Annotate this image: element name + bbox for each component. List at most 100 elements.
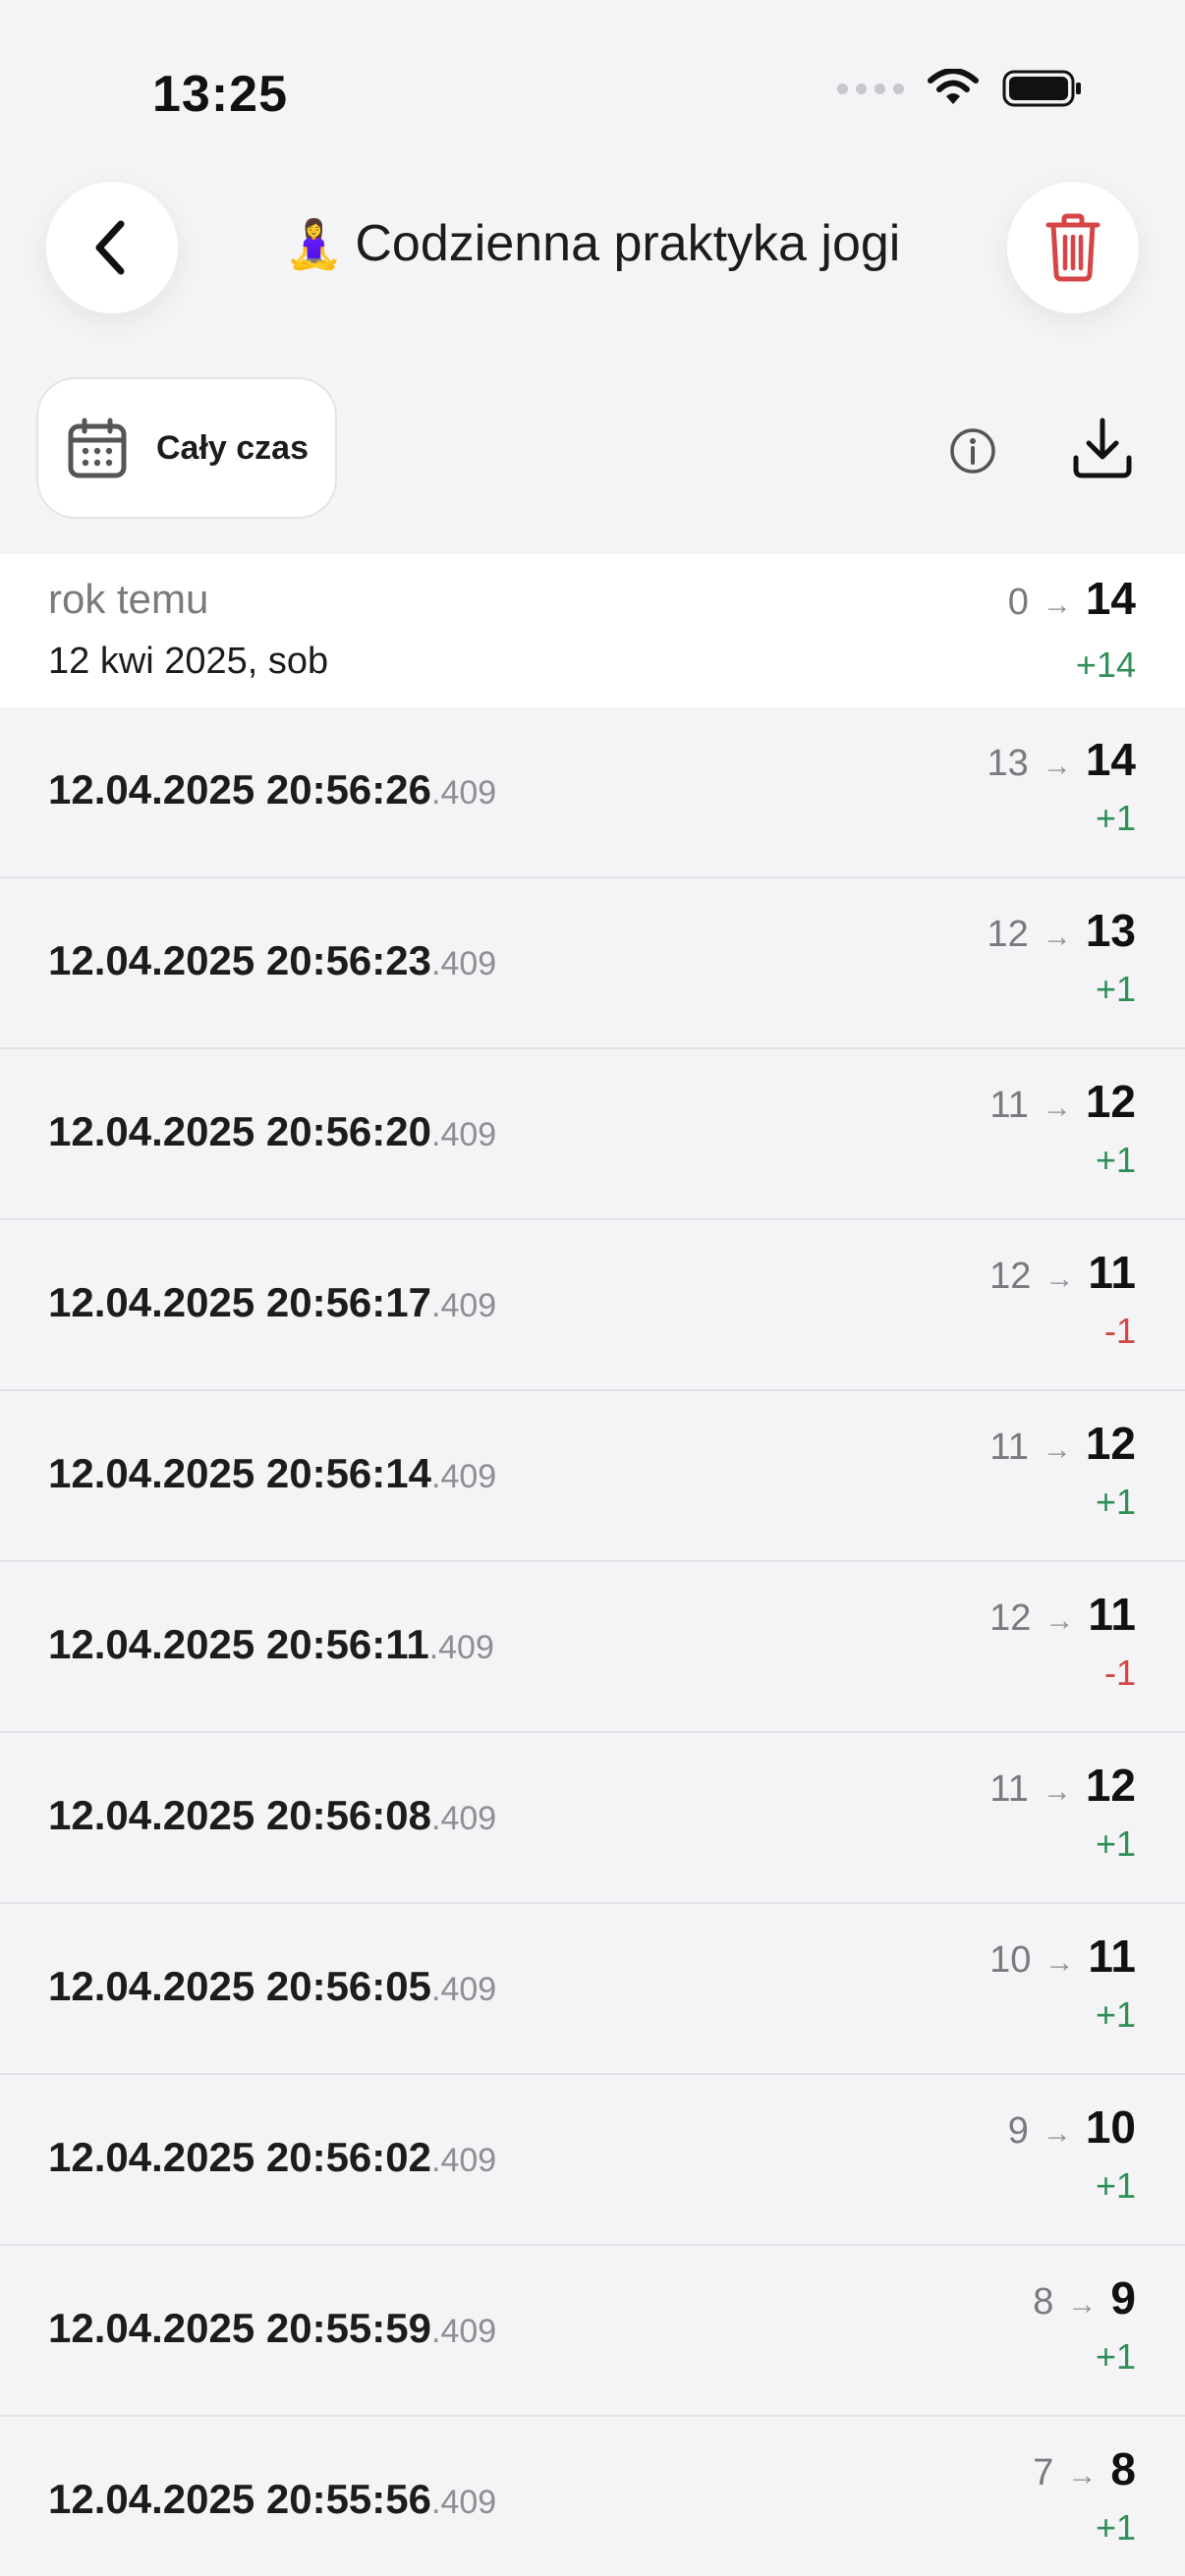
entry-to-value: 11 (1088, 1589, 1136, 1640)
entry-time: 12.04.2025 20:55:59 (48, 2305, 431, 2351)
entry-time: 12.04.2025 20:56:11 (48, 1621, 429, 1667)
entry-from-value: 9 (1007, 2110, 1029, 2152)
entry-milliseconds: .409 (428, 1629, 494, 1666)
entry-timestamp: 12.04.2025 20:56:08.409 (48, 1792, 496, 1839)
entry-to-value: 12 (1085, 1760, 1136, 1811)
history-entry[interactable]: 12.04.2025 20:56:26.409 13 → 14 +1 (0, 707, 1185, 878)
entry-change: 11 → 12 (989, 1417, 1136, 1470)
delete-button[interactable] (1007, 182, 1139, 313)
summary-change: 0 → 14 (1008, 572, 1136, 625)
entry-delta: +1 (1095, 2336, 1136, 2377)
period-filter-button[interactable]: Cały czas (36, 377, 337, 519)
history-list: 12.04.2025 20:56:26.409 13 → 14 +1 12.04… (0, 707, 1185, 2576)
trash-icon (1045, 213, 1100, 282)
entry-timestamp: 12.04.2025 20:56:14.409 (48, 1450, 496, 1497)
entry-delta: +1 (1095, 2165, 1136, 2206)
entry-delta: -1 (1103, 1652, 1136, 1693)
entry-to-value: 10 (1085, 2101, 1136, 2153)
entry-milliseconds: .409 (431, 2142, 497, 2179)
entry-timestamp: 12.04.2025 20:56:11.409 (48, 1621, 494, 1668)
entry-from-value: 12 (989, 1256, 1032, 1297)
arrow-right-icon: → (1067, 2288, 1098, 2321)
chevron-left-icon (95, 220, 125, 275)
page-title-text: Codzienna praktyka jogi (355, 215, 901, 272)
arrow-right-icon: → (1042, 2117, 1072, 2150)
entry-change: 13 → 14 (988, 733, 1136, 786)
history-entry[interactable]: 12.04.2025 20:56:14.409 11 → 12 +1 (0, 1391, 1185, 1562)
entry-timestamp: 12.04.2025 20:56:23.409 (48, 937, 496, 984)
summary-date: 12 kwi 2025, sob (48, 641, 329, 682)
back-button[interactable] (46, 182, 178, 313)
info-icon (950, 428, 995, 474)
entry-time: 12.04.2025 20:56:26 (48, 766, 431, 812)
entry-to-value: 12 (1085, 1418, 1136, 1469)
entry-from-value: 11 (989, 1768, 1029, 1810)
entry-timestamp: 12.04.2025 20:56:20.409 (48, 1108, 496, 1155)
arrow-right-icon: → (1042, 750, 1072, 782)
entry-time: 12.04.2025 20:56:05 (48, 1963, 431, 2009)
arrow-right-icon: → (1042, 588, 1072, 621)
entry-from-value: 7 (1033, 2452, 1054, 2493)
entry-change: 11 → 12 (989, 1075, 1136, 1128)
entry-to-value: 11 (1088, 1247, 1136, 1298)
summary-from-value: 0 (1007, 582, 1029, 623)
arrow-right-icon: → (1044, 1604, 1075, 1637)
arrow-right-icon: → (1067, 2459, 1098, 2492)
arrow-right-icon: → (1042, 921, 1072, 953)
entry-delta: +1 (1095, 2507, 1136, 2548)
history-entry[interactable]: 12.04.2025 20:55:59.409 8 → 9 +1 (0, 2246, 1185, 2417)
entry-change: 7 → 8 (1033, 2442, 1136, 2495)
arrow-right-icon: → (1042, 1092, 1072, 1124)
entry-from-value: 11 (989, 1427, 1029, 1468)
status-bar: 13:25 (0, 0, 1185, 147)
entry-from-value: 10 (989, 1939, 1032, 1981)
summary-relative-time: rok temu (48, 576, 209, 622)
entry-change: 12 → 11 (989, 1588, 1136, 1641)
period-filter-label: Cały czas (156, 428, 309, 467)
download-icon (1073, 418, 1132, 478)
entry-time: 12.04.2025 20:56:23 (48, 937, 431, 983)
entry-delta: +1 (1095, 1140, 1136, 1180)
summary-to-value: 14 (1085, 573, 1136, 624)
entry-delta: -1 (1103, 1311, 1136, 1351)
entry-to-value: 13 (1085, 905, 1136, 956)
history-entry[interactable]: 12.04.2025 20:56:17.409 12 → 11 -1 (0, 1220, 1185, 1391)
entry-change: 12 → 11 (989, 1246, 1136, 1299)
entry-to-value: 11 (1088, 1931, 1136, 1982)
entry-milliseconds: .409 (431, 1458, 497, 1495)
entry-time: 12.04.2025 20:56:14 (48, 1450, 431, 1496)
entry-change: 11 → 12 (989, 1759, 1136, 1812)
entry-change: 8 → 9 (1033, 2271, 1136, 2324)
history-entry[interactable]: 12.04.2025 20:56:05.409 10 → 11 +1 (0, 1904, 1185, 2075)
entry-from-value: 8 (1033, 2281, 1054, 2323)
arrow-right-icon: → (1044, 1946, 1075, 1979)
entry-from-value: 12 (987, 914, 1029, 955)
entry-time: 12.04.2025 20:56:08 (48, 1792, 431, 1838)
entry-milliseconds: .409 (431, 1116, 497, 1153)
entry-delta: +1 (1095, 1994, 1136, 2035)
history-entry[interactable]: 12.04.2025 20:56:23.409 12 → 13 +1 (0, 878, 1185, 1049)
entry-milliseconds: .409 (431, 2313, 497, 2350)
history-entry[interactable]: 12.04.2025 20:56:08.409 11 → 12 +1 (0, 1733, 1185, 1904)
entry-change: 10 → 11 (989, 1930, 1136, 1983)
page-title: 🧘‍♀️ Codzienna praktyka jogi (236, 214, 949, 273)
entry-to-value: 8 (1110, 2443, 1136, 2494)
entry-milliseconds: .409 (431, 1800, 497, 1837)
entry-timestamp: 12.04.2025 20:56:05.409 (48, 1963, 496, 2010)
entry-from-value: 12 (989, 1597, 1032, 1639)
entry-timestamp: 12.04.2025 20:56:26.409 (48, 766, 496, 813)
entry-delta: +1 (1095, 1482, 1136, 1522)
entry-milliseconds: .409 (431, 774, 497, 812)
entry-delta: +1 (1095, 798, 1136, 838)
history-entry[interactable]: 12.04.2025 20:56:11.409 12 → 11 -1 (0, 1562, 1185, 1733)
battery-icon (1002, 70, 1081, 107)
info-button[interactable] (945, 423, 1000, 478)
history-entry[interactable]: 12.04.2025 20:55:56.409 7 → 8 +1 (0, 2417, 1185, 2576)
download-button[interactable] (1067, 413, 1138, 483)
summary-row: rok temu 12 kwi 2025, sob 0 → 14 +14 (0, 554, 1185, 707)
history-entry[interactable]: 12.04.2025 20:56:02.409 9 → 10 +1 (0, 2075, 1185, 2246)
entry-change: 9 → 10 (1008, 2100, 1136, 2154)
entry-delta: +1 (1095, 1823, 1136, 1864)
history-entry[interactable]: 12.04.2025 20:56:20.409 11 → 12 +1 (0, 1049, 1185, 1220)
arrow-right-icon: → (1044, 1262, 1075, 1295)
